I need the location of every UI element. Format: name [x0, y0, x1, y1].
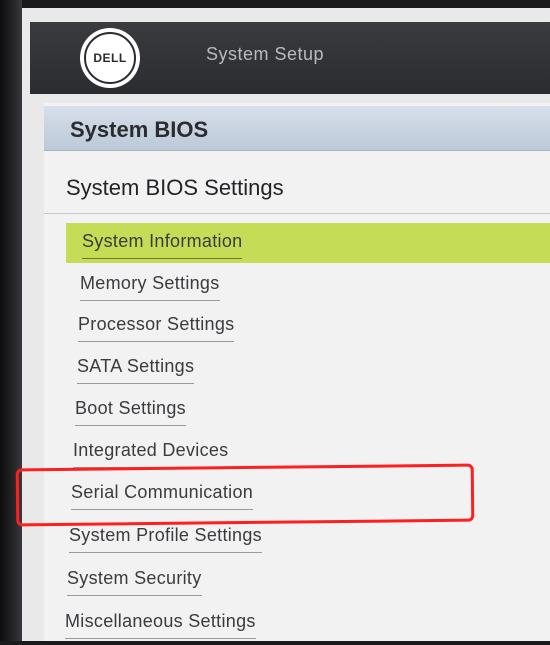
- section-header: System BIOS: [44, 106, 550, 151]
- main-content: System BIOS System BIOS Settings System …: [44, 103, 550, 641]
- menu-item-label: System Security: [67, 568, 202, 596]
- setup-header: DELL System Setup: [30, 22, 550, 94]
- menu-item-label: Boot Settings: [75, 398, 186, 426]
- menu-item-miscellaneous-settings[interactable]: Miscellaneous Settings: [65, 611, 256, 645]
- section-title: System BIOS: [70, 117, 209, 142]
- menu-item-boot-settings[interactable]: Boot Settings: [75, 398, 186, 432]
- menu-item-system-profile-settings[interactable]: System Profile Settings: [69, 525, 262, 559]
- annotation-highlight-box: [15, 463, 475, 527]
- menu-item-processor-settings[interactable]: Processor Settings: [78, 314, 235, 348]
- menu-item-label: Miscellaneous Settings: [65, 611, 256, 639]
- menu-item-label: System Profile Settings: [69, 525, 262, 553]
- menu-item-label: Processor Settings: [78, 314, 235, 342]
- page-title: System BIOS Settings: [66, 175, 284, 200]
- menu-item-label: System Information: [82, 231, 243, 259]
- menu-item-memory-settings[interactable]: Memory Settings: [80, 273, 220, 307]
- dell-logo-text: DELL: [84, 32, 136, 84]
- menu-item-label: Memory Settings: [80, 273, 220, 301]
- app-title: System Setup: [206, 44, 325, 64]
- dell-logo: DELL: [80, 28, 140, 88]
- menu-item-system-security[interactable]: System Security: [67, 568, 202, 602]
- monitor-bezel: [0, 0, 22, 641]
- menu-item-sata-settings[interactable]: SATA Settings: [77, 356, 195, 390]
- menu-item-label: Integrated Devices: [73, 440, 229, 468]
- menu-item-system-information[interactable]: System Information: [66, 223, 550, 263]
- title-divider: [44, 213, 550, 214]
- menu-item-label: SATA Settings: [77, 356, 195, 384]
